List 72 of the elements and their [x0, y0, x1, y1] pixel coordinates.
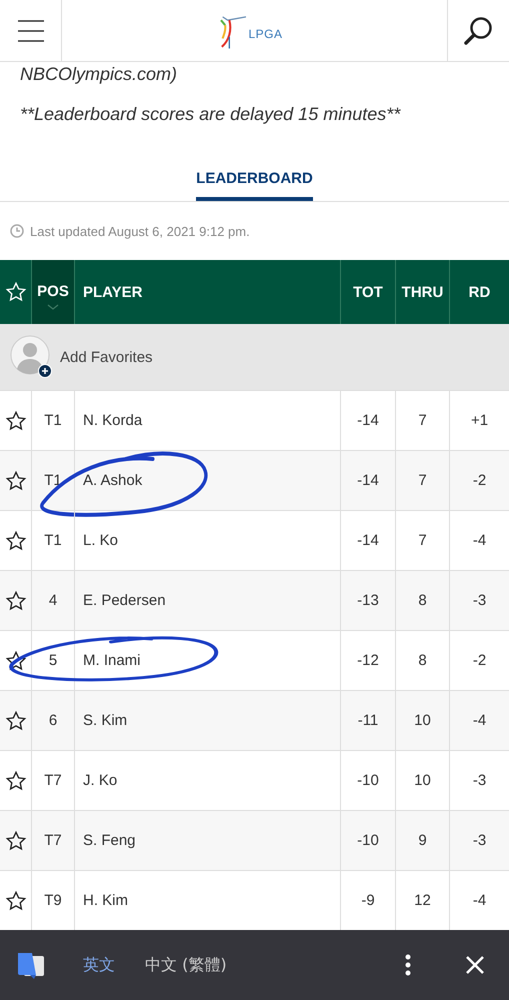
delay-notice: **Leaderboard scores are delayed 15 minutes** [20, 103, 402, 126]
search-icon[interactable] [464, 16, 494, 46]
round-cell: -4 [472, 892, 486, 909]
thru-cell: 10 [414, 772, 431, 789]
star-icon[interactable] [4, 530, 26, 552]
thru-cell: 12 [414, 892, 431, 909]
round-cell: +1 [470, 412, 488, 429]
star-icon[interactable] [4, 770, 26, 792]
player-name[interactable]: N. Korda [83, 412, 142, 429]
position-cell: T7 [44, 772, 62, 789]
thru-cell: 8 [418, 652, 427, 669]
star-icon[interactable] [4, 410, 26, 432]
player-name[interactable]: H. Kim [83, 892, 128, 909]
thru-cell: 10 [414, 712, 431, 729]
translate-icon[interactable] [16, 950, 46, 980]
chevron-icon [47, 304, 59, 310]
total-cell: -14 [357, 412, 379, 429]
total-cell: -12 [357, 652, 379, 669]
total-cell: -11 [358, 712, 378, 729]
total-cell: -14 [357, 472, 379, 489]
menu-icon[interactable] [18, 18, 44, 42]
player-name[interactable]: A. Ashok [83, 472, 142, 489]
position-cell: T1 [44, 532, 62, 549]
star-icon[interactable] [4, 590, 26, 612]
total-cell: -9 [361, 892, 375, 909]
player-name[interactable]: J. Ko [83, 772, 118, 789]
total-cell: -14 [357, 532, 379, 549]
player-name[interactable]: L. Ko [83, 532, 118, 549]
intro-text: NBCOlympics.com) [20, 63, 178, 86]
round-cell: -2 [472, 472, 486, 489]
language-tab[interactable]: 中文 (繁體) [130, 930, 242, 1000]
position-cell: T1 [44, 412, 62, 429]
round-cell: -4 [472, 712, 486, 729]
language-tab[interactable]: 英文 [68, 930, 130, 1000]
position-cell: T1 [44, 472, 62, 489]
round-cell: -2 [472, 652, 486, 669]
thru-cell: 9 [418, 832, 427, 849]
thru-cell: 7 [418, 532, 427, 549]
player-name[interactable]: M. Inami [83, 652, 141, 669]
round-cell: -3 [472, 592, 486, 609]
column-header[interactable]: RD [450, 260, 509, 324]
total-cell: -10 [357, 832, 379, 849]
position-cell: T7 [44, 832, 62, 849]
star-icon[interactable] [4, 830, 26, 852]
thru-cell: 7 [418, 472, 427, 489]
thru-cell: 8 [418, 592, 427, 609]
round-cell: -3 [472, 832, 486, 849]
round-cell: -4 [472, 532, 486, 549]
round-cell: -3 [472, 772, 486, 789]
star-icon[interactable] [4, 470, 26, 492]
close-icon[interactable] [465, 955, 485, 975]
thru-cell: 7 [418, 412, 427, 429]
last-updated-text: Last updated August 6, 2021 9:12 pm. [30, 224, 250, 238]
position-cell: 4 [48, 592, 58, 609]
star-icon[interactable] [4, 890, 26, 912]
player-name[interactable]: S. Feng [83, 832, 136, 849]
star-icon[interactable] [4, 650, 26, 672]
player-name[interactable]: E. Pedersen [83, 592, 166, 609]
clock-icon [10, 224, 24, 238]
position-cell: 6 [48, 712, 58, 729]
avatar-icon[interactable] [10, 335, 54, 379]
total-cell: -13 [357, 592, 379, 609]
more-icon[interactable] [405, 954, 411, 976]
star-icon[interactable] [4, 710, 26, 732]
position-cell: T9 [44, 892, 62, 909]
logo-text[interactable]: LPGA [248, 26, 282, 40]
position-cell: 5 [48, 652, 58, 669]
total-cell: -10 [357, 772, 379, 789]
leaderboard-tab[interactable]: LEADERBOARD [196, 166, 313, 201]
player-name[interactable]: S. Kim [83, 712, 128, 729]
column-header[interactable]: POS [37, 282, 69, 300]
add-favorites-label[interactable]: Add Favorites [60, 348, 153, 366]
